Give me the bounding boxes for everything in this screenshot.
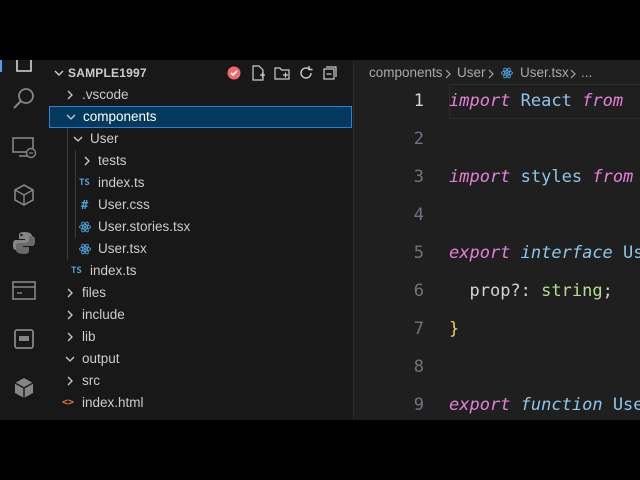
tree-item-label: index.ts (90, 263, 137, 278)
tree-item-label: components (83, 109, 157, 124)
line-number: 3 (413, 167, 424, 187)
chevron-right-icon (570, 69, 576, 79)
chevron-down-icon (66, 114, 76, 120)
breadcrumb-user[interactable]: User (457, 65, 486, 80)
line-number: 2 (413, 129, 424, 149)
chevron-right-icon (67, 310, 73, 320)
code-line-1: import React from (449, 91, 624, 111)
line-number: 1 (413, 91, 424, 111)
code-line-9: export function Use (449, 395, 640, 415)
typescript-file-icon: TS (71, 266, 82, 276)
workspace-title: SAMPLE1997 (68, 66, 147, 80)
tree-item-tests[interactable]: tests (48, 150, 353, 172)
breadcrumb-user-tsx[interactable]: User.tsx (520, 65, 569, 80)
activity-bar (0, 60, 49, 420)
tree-item-components[interactable]: components (49, 106, 352, 128)
collapse-all-icon[interactable] (322, 65, 338, 81)
tree-item-user-tsx[interactable]: User.tsx (48, 238, 353, 260)
tree-item-user-css[interactable]: # User.css (48, 194, 353, 216)
tree-item-label: .vscode (82, 87, 129, 102)
tree-item-include[interactable]: include (48, 304, 353, 326)
search-icon[interactable] (11, 86, 37, 112)
code-line-6: prop?: string; (469, 281, 613, 301)
code-line-7: } (449, 319, 460, 339)
react-file-icon (79, 243, 91, 255)
line-number: 5 (413, 243, 424, 263)
tree-item-label: lib (82, 329, 96, 344)
tree-item-label: output (82, 351, 120, 366)
tree-item-user-stories-tsx[interactable]: User.stories.tsx (48, 216, 353, 238)
python-icon[interactable] (11, 230, 37, 256)
chevron-right-icon (67, 332, 73, 342)
tree-item-label: User.stories.tsx (98, 219, 191, 234)
tree-item-label: User.tsx (98, 241, 147, 256)
react-file-icon (79, 221, 91, 233)
html-file-icon: <> (62, 397, 75, 408)
tree-item-lib[interactable]: lib (48, 326, 353, 348)
tree-item-label: index.html (82, 395, 144, 410)
tree-item-index-ts[interactable]: TS index.ts (48, 172, 353, 194)
refresh-icon[interactable] (298, 65, 314, 81)
line-number: 8 (413, 357, 424, 377)
explorer-icon[interactable] (11, 60, 37, 74)
extensions-icon[interactable] (11, 182, 37, 208)
new-folder-icon[interactable] (274, 65, 290, 81)
line-number: 9 (413, 395, 424, 415)
tree-item-label: User.css (98, 197, 150, 212)
chevron-down-icon[interactable] (52, 66, 66, 80)
tree-item-src[interactable]: src (48, 370, 353, 392)
chevron-right-icon (67, 288, 73, 298)
breadcrumb-more[interactable]: ... (581, 65, 592, 80)
code-line-5: export interface Us (449, 243, 640, 263)
chevron-right-icon (84, 156, 90, 166)
badge-icon[interactable] (226, 65, 242, 81)
letterbox-top (0, 0, 640, 60)
active-indicator (0, 60, 2, 72)
line-number: 6 (413, 281, 424, 301)
tree-item-label: index.ts (98, 175, 145, 190)
code-editor[interactable]: components User User.tsx ... 1 2 3 4 5 6… (354, 60, 640, 420)
code-line-3: import styles from (449, 167, 634, 187)
remote-explorer-icon[interactable] (11, 134, 37, 160)
tree-item-label: src (82, 373, 100, 388)
line-number: 4 (413, 205, 424, 225)
terminal-icon[interactable] (11, 278, 37, 304)
tree-item-label: tests (98, 153, 127, 168)
breadcrumb: components User User.tsx ... (354, 60, 640, 86)
chevron-down-icon (65, 356, 75, 362)
react-file-icon (501, 67, 513, 79)
breadcrumb-components[interactable]: components (369, 65, 443, 80)
tree-item-files[interactable]: files (48, 282, 353, 304)
packages-icon[interactable] (11, 374, 37, 400)
tree-item-label: include (82, 307, 125, 322)
chevron-right-icon (67, 376, 73, 386)
chevron-right-icon (488, 69, 494, 79)
chevron-down-icon (73, 136, 83, 142)
css-file-icon: # (81, 198, 89, 212)
typescript-file-icon: TS (79, 178, 90, 188)
line-number: 7 (413, 319, 424, 339)
tree-item-output[interactable]: output (48, 348, 353, 370)
tree-item-index-ts[interactable]: TS index.ts (48, 260, 353, 282)
tree-item-label: files (82, 285, 107, 300)
tree-item-index-html[interactable]: <> index.html (48, 392, 353, 414)
new-file-icon[interactable] (250, 65, 266, 81)
chevron-right-icon (67, 90, 73, 100)
vscode-window: SAMPLE1997 .vscode components User tests… (0, 60, 640, 420)
panel-icon[interactable] (11, 326, 37, 352)
tree-item-vscode[interactable]: .vscode (48, 84, 353, 106)
explorer-header[interactable]: SAMPLE1997 (48, 62, 353, 84)
letterbox-bottom (0, 420, 640, 480)
explorer-sidebar: SAMPLE1997 .vscode components User tests… (48, 60, 354, 420)
tree-item-user-folder[interactable]: User (48, 128, 353, 150)
tree-item-label: User (90, 131, 119, 146)
chevron-right-icon (445, 69, 451, 79)
